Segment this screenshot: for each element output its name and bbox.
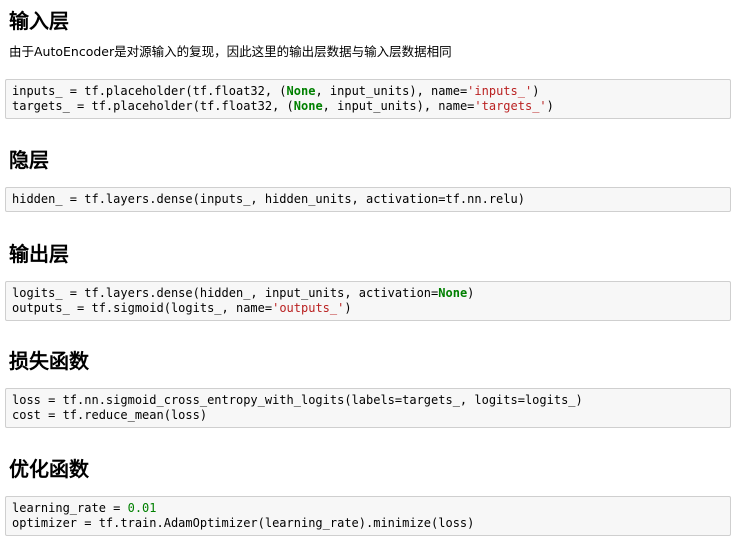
code-line: cost = tf.reduce_mean(loss) [12, 408, 207, 422]
code-line: loss = tf.nn.sigmoid_cross_entropy_with_… [12, 393, 583, 407]
code-cell-loss-function[interactable]: loss = tf.nn.sigmoid_cross_entropy_with_… [5, 388, 731, 428]
code-token-string: 'outputs_' [272, 301, 345, 315]
code-token: hidden_ = tf.layers.dense(inputs_, hidde… [12, 192, 525, 206]
code-block: inputs_ = tf.placeholder(tf.float32, (No… [12, 84, 724, 114]
code-token: , input_units), name= [322, 99, 475, 113]
code-token-number: 0.01 [127, 501, 157, 515]
section-heading-hidden-layer: 隐层 [9, 148, 49, 172]
code-token: inputs_ = tf.placeholder(tf.float32, ( [12, 84, 287, 98]
code-token: outputs_ = tf.sigmoid(logits_, name= [12, 301, 273, 315]
code-token: ) [467, 286, 475, 300]
code-token: ) [546, 99, 554, 113]
section-heading-loss-function: 损失函数 [9, 349, 89, 373]
code-line: logits_ = tf.layers.dense(hidden_, input… [12, 286, 474, 300]
code-line: learning_rate = 0.01 [12, 501, 157, 515]
code-token: loss = tf.nn.sigmoid_cross_entropy_with_… [12, 393, 583, 407]
code-token: targets_ = tf.placeholder(tf.float32, ( [12, 99, 294, 113]
code-cell-input-layer[interactable]: inputs_ = tf.placeholder(tf.float32, (No… [5, 79, 731, 119]
code-block: learning_rate = 0.01 optimizer = tf.trai… [12, 501, 724, 531]
code-line: outputs_ = tf.sigmoid(logits_, name='out… [12, 301, 352, 315]
code-line: optimizer = tf.train.AdamOptimizer(learn… [12, 516, 474, 530]
code-cell-hidden-layer[interactable]: hidden_ = tf.layers.dense(inputs_, hidde… [5, 187, 731, 212]
code-cell-optimizer[interactable]: learning_rate = 0.01 optimizer = tf.trai… [5, 496, 731, 536]
code-cell-output-layer[interactable]: logits_ = tf.layers.dense(hidden_, input… [5, 281, 731, 321]
code-line: inputs_ = tf.placeholder(tf.float32, (No… [12, 84, 539, 98]
code-block: loss = tf.nn.sigmoid_cross_entropy_with_… [12, 393, 724, 423]
code-token-string: 'targets_' [474, 99, 547, 113]
code-token: ) [532, 84, 540, 98]
code-token: learning_rate = [12, 501, 128, 515]
code-block: logits_ = tf.layers.dense(hidden_, input… [12, 286, 724, 316]
section-description-input-layer: 由于AutoEncoder是对源输入的复现，因此这里的输出层数据与输入层数据相同 [9, 44, 452, 59]
section-heading-input-layer: 输入层 [9, 9, 69, 33]
notebook-page: 输入层 由于AutoEncoder是对源输入的复现，因此这里的输出层数据与输入层… [0, 0, 740, 551]
code-block: hidden_ = tf.layers.dense(inputs_, hidde… [12, 192, 724, 207]
code-token-none: None [293, 99, 323, 113]
section-heading-optimizer: 优化函数 [9, 457, 89, 481]
code-token: logits_ = tf.layers.dense(hidden_, input… [12, 286, 439, 300]
code-token-none: None [286, 84, 316, 98]
code-token-string: 'inputs_' [467, 84, 533, 98]
code-line: targets_ = tf.placeholder(tf.float32, (N… [12, 99, 554, 113]
code-line: hidden_ = tf.layers.dense(inputs_, hidde… [12, 192, 525, 206]
code-token: cost = tf.reduce_mean(loss) [12, 408, 208, 422]
section-heading-output-layer: 输出层 [9, 242, 69, 266]
code-token-none: None [438, 286, 468, 300]
code-token: , input_units), name= [315, 84, 468, 98]
code-token: optimizer = tf.train.AdamOptimizer(learn… [12, 516, 475, 530]
code-token: ) [344, 301, 352, 315]
